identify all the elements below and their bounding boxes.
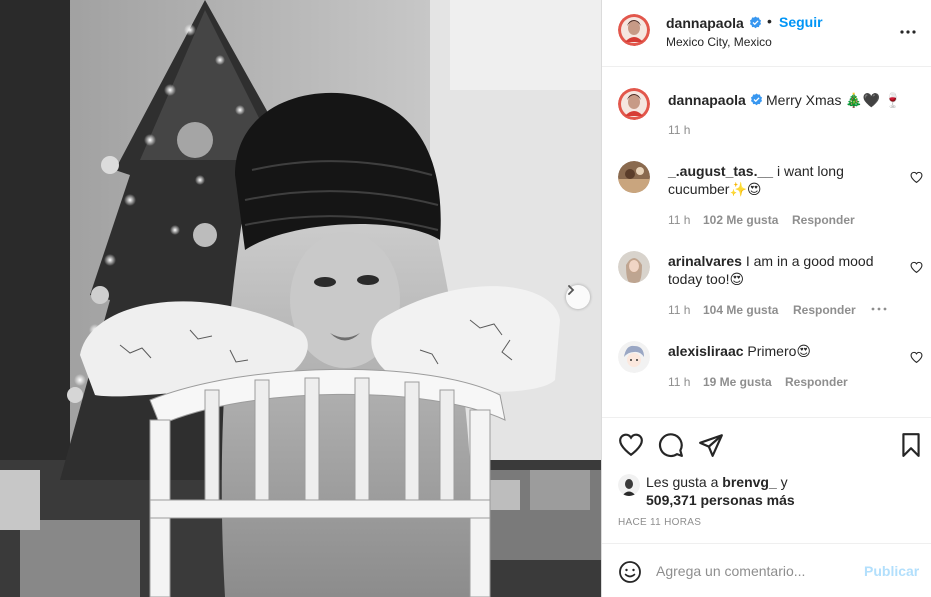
reply-button[interactable]: Responder: [792, 213, 855, 227]
commenter-avatar[interactable]: [618, 161, 650, 193]
author-username[interactable]: dannapaola: [666, 15, 744, 31]
comment-likes[interactable]: 102 Me gusta: [703, 213, 778, 227]
caption-avatar[interactable]: [618, 88, 650, 120]
heart-icon[interactable]: [910, 261, 923, 274]
caption-username[interactable]: dannapaola: [668, 92, 746, 108]
publish-button[interactable]: Publicar: [864, 563, 919, 579]
bookmark-icon[interactable]: [898, 432, 924, 458]
author-avatar[interactable]: [618, 14, 650, 46]
next-photo-button[interactable]: [566, 285, 590, 309]
comment-body: _.august_tas.__ i want long cucumber✨😍: [668, 162, 900, 198]
post-time-ago[interactable]: HACE 11 HORAS: [618, 517, 701, 528]
comment-options-icon[interactable]: [870, 300, 888, 318]
chevron-right-icon: [568, 285, 575, 295]
comment-input[interactable]: [656, 557, 856, 585]
verified-badge-icon: [750, 93, 763, 106]
separator-dot: •: [767, 13, 772, 29]
comment-time[interactable]: 11 h: [668, 375, 690, 389]
comment-body: alexisliraac Primero😍: [668, 342, 900, 360]
follow-button[interactable]: Seguir: [779, 14, 823, 30]
reply-button[interactable]: Responder: [793, 303, 856, 317]
like-heart-icon[interactable]: [618, 432, 644, 458]
post-photo[interactable]: [0, 0, 601, 597]
likes-prefix: Les gusta a: [646, 474, 719, 490]
commenter-username[interactable]: _.august_tas.__: [668, 163, 773, 179]
post-header: dannapaola • Seguir Mexico City, Mexico: [602, 0, 931, 67]
likes-count[interactable]: 509,371 personas más: [646, 492, 795, 508]
commenter-avatar[interactable]: [618, 251, 650, 283]
comment-time[interactable]: 11 h: [668, 303, 690, 317]
post-side-panel: dannapaola • Seguir Mexico City, Mexico: [601, 0, 931, 597]
likes-joiner: y: [780, 474, 788, 490]
comment-likes[interactable]: 19 Me gusta: [703, 375, 772, 389]
heart-icon[interactable]: [910, 171, 923, 184]
add-comment-bar: Publicar: [602, 543, 931, 597]
comment-bubble-icon[interactable]: [658, 432, 684, 458]
caption-time[interactable]: 11 h: [668, 123, 690, 137]
share-paper-plane-icon[interactable]: [698, 432, 724, 458]
post-actions: Les gusta a brenvg_ y 509,371 personas m…: [602, 417, 931, 543]
post-location[interactable]: Mexico City, Mexico: [666, 35, 772, 49]
comment-text: Primero😍: [747, 343, 812, 359]
commenter-username[interactable]: arinalvares: [668, 253, 742, 269]
reply-button[interactable]: Responder: [785, 375, 848, 389]
liker-username[interactable]: brenvg_: [722, 474, 776, 490]
heart-icon[interactable]: [910, 351, 923, 364]
commenter-avatar[interactable]: [618, 341, 650, 373]
more-horizontal-icon[interactable]: [898, 22, 918, 42]
emoji-smiley-icon[interactable]: [618, 560, 642, 584]
comments-list[interactable]: dannapaola Merry Xmas 🎄🖤 🍷 11 h _.august…: [602, 68, 931, 417]
commenter-username[interactable]: alexisliraac: [668, 343, 744, 359]
liker-avatar[interactable]: [618, 474, 640, 496]
photo-illustration: [0, 0, 601, 597]
verified-badge-icon: [749, 16, 762, 29]
comment-likes[interactable]: 104 Me gusta: [703, 303, 778, 317]
post-dialog: dannapaola • Seguir Mexico City, Mexico: [0, 0, 931, 597]
caption-text: Merry Xmas 🎄🖤 🍷: [766, 92, 902, 108]
comment-time[interactable]: 11 h: [668, 213, 690, 227]
comment-body: arinalvares I am in a good mood today to…: [668, 252, 900, 288]
likes-summary: Les gusta a brenvg_ y 509,371 personas m…: [646, 473, 795, 509]
